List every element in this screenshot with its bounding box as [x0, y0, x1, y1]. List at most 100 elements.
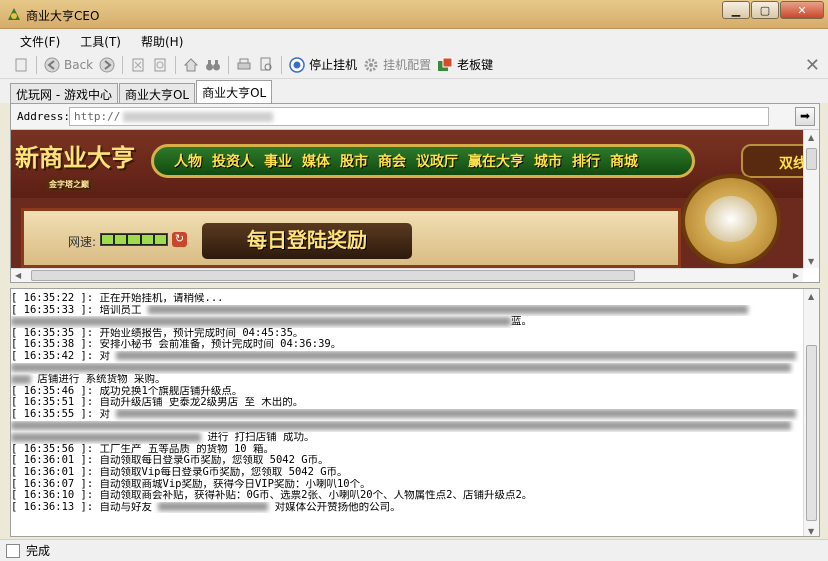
tab-shangye-dahang-2[interactable]: 商业大亨OL — [196, 80, 273, 103]
boss-key-label: 老板键 — [457, 58, 494, 72]
menu-file[interactable]: 文件(F) — [10, 29, 70, 51]
status-bar: 完成 — [0, 539, 828, 561]
log-scroll-down-arrow-icon[interactable]: ▼ — [808, 527, 814, 536]
refresh-button[interactable] — [149, 54, 171, 76]
maximize-button[interactable]: ▢ — [751, 1, 779, 19]
scroll-up-arrow-icon[interactable]: ▲ — [808, 133, 814, 142]
menu-help[interactable]: 帮助(H) — [131, 29, 193, 51]
speed-segment — [141, 235, 153, 244]
address-value: http:// — [74, 110, 121, 123]
log-line: [ 16:35:56 ]: 工厂生产 五等品质 的货物 10 箱。 — [11, 443, 274, 455]
game-nav: 人物 投资人 事业 媒体 股市 商会 议政厅 赢在大亨 城市 排行 商城 — [151, 144, 695, 178]
back-button[interactable]: Back — [41, 54, 96, 76]
web-hscroll-thumb[interactable] — [31, 270, 635, 281]
log-line: [ 16:36:01 ]: 自动领取Vip每日登录G币奖励，您领取 5042 G… — [11, 466, 348, 478]
page-status-icon — [6, 543, 20, 558]
log-line: [ 16:36:10 ]: 自动领取商会补贴，获得补贴：0G币、选票2张、小喇叭… — [11, 490, 533, 502]
page-icon — [13, 57, 29, 73]
title-bar: 商业大亨CEO ▁ ▢ ✕ — [0, 0, 828, 29]
scroll-down-arrow-icon[interactable]: ▼ — [808, 257, 814, 266]
nav-business[interactable]: 事业 — [264, 151, 292, 171]
log-line: [ 16:35:22 ]: 正在开始挂机，请稍候... — [11, 293, 224, 304]
nav-character[interactable]: 人物 — [174, 151, 202, 171]
redacted-text — [11, 374, 31, 384]
nav-investor[interactable]: 投资人 — [212, 151, 254, 171]
redacted-text — [158, 502, 269, 512]
redacted-text — [116, 409, 797, 419]
print-preview-button[interactable] — [255, 54, 277, 76]
game-content[interactable]: 新商业大亨 金字塔之巅 人物 投资人 事业 媒体 股市 商会 议政厅 赢在大亨 … — [11, 130, 803, 268]
toolbar-separator — [36, 55, 37, 74]
log-line: [ 16:36:13 ]: 自动与好友 对媒体公开赞扬他的公司。 — [11, 501, 401, 513]
close-toolbar-icon[interactable]: ✕ — [805, 55, 820, 76]
print-button[interactable] — [233, 54, 255, 76]
stop-hangup-button[interactable]: 停止挂机 — [286, 54, 360, 76]
treasure-chest-icon[interactable] — [681, 174, 781, 268]
boss-key-button[interactable]: 老板键 — [434, 54, 496, 76]
redacted-text — [116, 351, 797, 361]
forward-arrow-icon — [99, 57, 115, 73]
forward-button[interactable] — [96, 54, 118, 76]
minimize-button[interactable]: ▁ — [722, 1, 750, 19]
nav-media[interactable]: 媒体 — [302, 151, 330, 171]
app-icon — [8, 8, 20, 20]
log-scroll-up-arrow-icon[interactable]: ▲ — [808, 292, 814, 301]
scroll-right-arrow-icon[interactable]: ▶ — [793, 271, 799, 280]
nav-stock[interactable]: 股市 — [340, 151, 368, 171]
speed-segment — [115, 235, 127, 244]
stop-hangup-label: 停止挂机 — [309, 58, 358, 72]
log-pane[interactable]: [ 16:35:22 ]: 正在开始挂机，请稍候... [ 16:35:33 ]… — [10, 288, 820, 537]
dual-line-tag[interactable]: 双线 — [741, 144, 803, 178]
new-page-button[interactable] — [10, 54, 32, 76]
toolbar-separator — [281, 55, 283, 74]
log-vscroll-thumb[interactable] — [806, 345, 817, 521]
menu-bar: 文件(F) 工具(T) 帮助(H) — [0, 29, 828, 51]
log-line: [ 16:35:38 ]: 安排小秘书 会前准备，预计完成时间 04:36:39… — [11, 339, 342, 351]
speed-refresh-icon[interactable]: ↻ — [172, 232, 187, 247]
redacted-text — [11, 432, 201, 442]
game-logo[interactable]: 新商业大亨 金字塔之巅 — [15, 138, 139, 191]
speed-label: 网速: — [68, 235, 97, 249]
stop-icon — [130, 57, 146, 73]
treasure-chest-inner — [705, 196, 757, 242]
window-title: 商业大亨CEO — [26, 9, 100, 23]
boss-key-icon — [437, 57, 453, 73]
log-line: [ 16:36:01 ]: 自动领取每日登录G币奖励，您领取 5042 G币。 — [11, 455, 329, 467]
tab-uwan-game-center[interactable]: 优玩网 - 游戏中心 — [10, 83, 118, 103]
binoculars-icon — [205, 57, 221, 73]
nav-council[interactable]: 议政厅 — [416, 151, 458, 171]
scroll-left-arrow-icon[interactable]: ◀ — [15, 271, 21, 280]
log-vertical-scrollbar[interactable]: ▲ ▼ — [803, 289, 819, 536]
nav-city[interactable]: 城市 — [534, 151, 562, 171]
daily-login-reward-banner[interactable]: 每日登陆奖励 — [202, 223, 412, 259]
log-line — [11, 363, 801, 375]
tab-strip: 优玩网 - 游戏中心 商业大亨OL 商业大亨OL — [0, 79, 828, 103]
nav-chamber[interactable]: 商会 — [378, 151, 406, 171]
close-button[interactable]: ✕ — [780, 1, 824, 19]
nav-mall[interactable]: 商城 — [610, 151, 638, 171]
back-label: Back — [64, 57, 94, 72]
speed-meter — [100, 233, 168, 246]
nav-win-tycoon[interactable]: 赢在大亨 — [468, 151, 524, 171]
go-arrow-icon: ➡ — [799, 109, 811, 123]
toolbar-separator — [175, 55, 177, 74]
home-icon — [183, 57, 199, 73]
redacted-text — [11, 316, 511, 326]
nav-ranking[interactable]: 排行 — [572, 151, 600, 171]
address-bar: Address: http:// ➡ — [11, 104, 819, 130]
redacted-text — [11, 421, 791, 431]
redacted-text — [11, 363, 791, 373]
stop-button[interactable] — [127, 54, 149, 76]
find-button[interactable] — [202, 54, 224, 76]
web-vscroll-thumb[interactable] — [806, 148, 817, 170]
web-vertical-scrollbar[interactable]: ▲ ▼ — [803, 130, 819, 268]
speed-segment — [128, 235, 140, 244]
go-button[interactable]: ➡ — [795, 107, 815, 126]
address-input[interactable]: http:// — [69, 107, 769, 126]
web-horizontal-scrollbar[interactable]: ◀ ▶ — [11, 268, 803, 282]
tab-shangye-dahang-1[interactable]: 商业大亨OL — [118, 83, 196, 103]
home-button[interactable] — [180, 54, 202, 76]
menu-tools[interactable]: 工具(T) — [70, 29, 131, 51]
browser-pane: Address: http:// ➡ 新商业大亨 金字塔之巅 人物 投资人 事业… — [10, 103, 820, 283]
hangup-config-button[interactable]: 挂机配置 — [360, 54, 434, 76]
